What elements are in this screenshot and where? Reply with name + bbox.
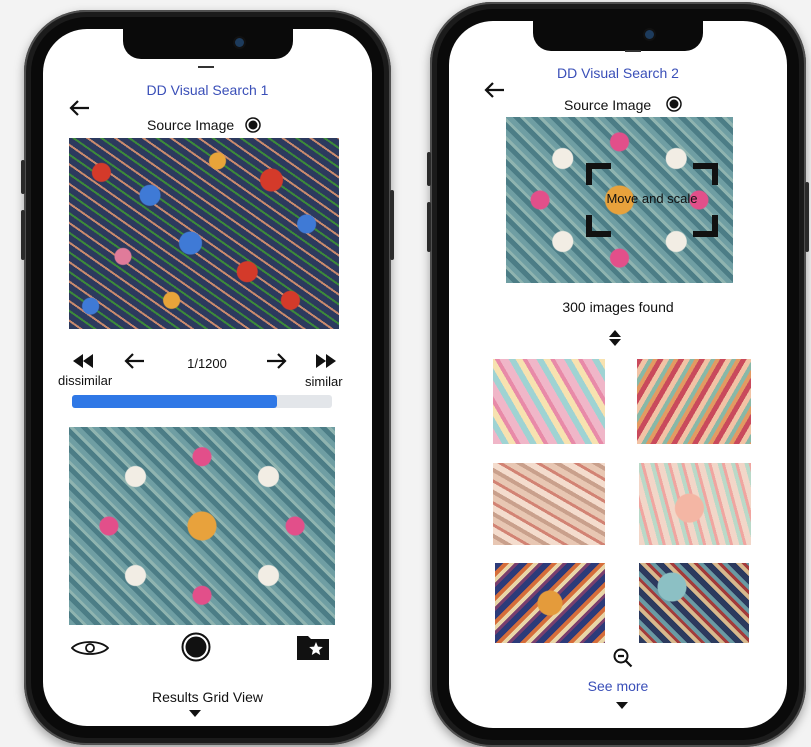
similar-label: similar <box>305 374 343 389</box>
back-arrow-icon[interactable] <box>68 99 90 117</box>
screen-visual-search-2: DD Visual Search 2 Source Image Move and… <box>449 21 787 728</box>
phone-side-button <box>21 210 25 260</box>
source-image-label: Source Image <box>564 97 652 113</box>
phone-side-button <box>427 202 431 252</box>
notch-handle <box>625 50 641 52</box>
sort-icon[interactable] <box>609 330 621 346</box>
source-image[interactable] <box>69 138 339 329</box>
phone-side-button <box>805 182 809 252</box>
eye-icon[interactable] <box>71 639 109 657</box>
crop-overlay-label: Move and scale <box>606 191 698 206</box>
fast-forward-icon[interactable] <box>316 354 336 368</box>
phone-side-button <box>427 152 431 186</box>
front-camera <box>234 38 244 47</box>
radio-button-icon[interactable] <box>666 96 682 112</box>
page-title: DD Visual Search 1 <box>146 82 269 98</box>
front-camera <box>645 30 654 39</box>
phone-notch <box>122 29 293 59</box>
result-thumbnail[interactable] <box>495 563 605 643</box>
next-arrow-icon[interactable] <box>266 352 288 370</box>
similarity-slider-track[interactable] <box>72 395 332 408</box>
result-thumbnail[interactable] <box>639 563 749 643</box>
source-image[interactable]: Move and scale <box>506 117 733 283</box>
phone-frame-left: DD Visual Search 1 Source Image 1/1200 d… <box>21 10 394 745</box>
results-grid-view-label[interactable]: Results Grid View <box>43 689 372 705</box>
page-title: DD Visual Search 2 <box>557 65 679 81</box>
result-thumbnail[interactable] <box>493 463 605 545</box>
notch-handle <box>198 66 214 68</box>
caret-down-icon[interactable] <box>189 710 201 717</box>
fast-rewind-icon[interactable] <box>73 354 93 368</box>
phone-frame-right: DD Visual Search 2 Source Image Move and… <box>427 2 809 747</box>
radio-button-icon[interactable] <box>245 117 261 133</box>
folder-star-icon[interactable] <box>296 633 330 661</box>
images-found-count: 300 images found <box>562 299 674 315</box>
crop-frame[interactable]: Move and scale <box>586 163 718 237</box>
screen-visual-search-1: DD Visual Search 1 Source Image 1/1200 d… <box>43 29 372 726</box>
result-thumbnail[interactable] <box>493 359 605 444</box>
similarity-slider-fill <box>72 395 278 408</box>
result-image[interactable] <box>69 427 335 625</box>
previous-arrow-icon[interactable] <box>123 352 145 370</box>
phone-side-button <box>390 190 394 260</box>
back-arrow-icon[interactable] <box>483 81 505 99</box>
result-thumbnail[interactable] <box>639 463 751 545</box>
result-thumbnail[interactable] <box>637 359 751 444</box>
phone-notch <box>533 21 703 51</box>
phone-side-button <box>21 160 25 194</box>
zoom-out-icon[interactable] <box>613 648 633 668</box>
record-icon[interactable] <box>181 632 211 662</box>
see-more-link[interactable]: See more <box>449 678 787 694</box>
dissimilar-label: dissimilar <box>58 373 113 388</box>
position-counter: 1/1200 <box>187 356 227 371</box>
caret-down-icon[interactable] <box>616 702 628 709</box>
source-image-label: Source Image <box>147 117 235 133</box>
